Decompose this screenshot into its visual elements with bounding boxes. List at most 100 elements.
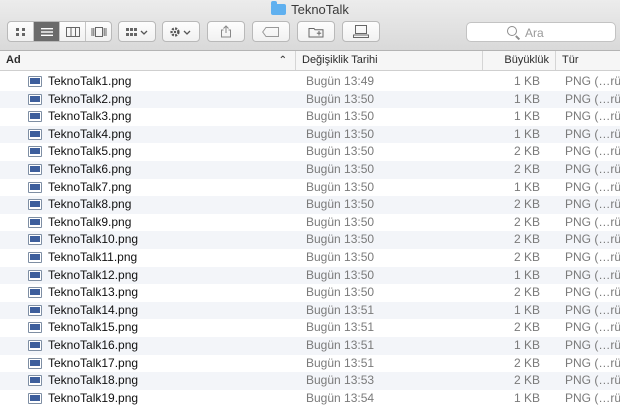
file-name: TeknoTalk5.png bbox=[48, 144, 132, 159]
file-row[interactable]: TeknoTalk3.png Bugün 13:50 1 KB PNG (…rüntü… bbox=[0, 108, 620, 126]
file-size: 1 KB bbox=[513, 91, 540, 106]
file-name: TeknoTalk7.png bbox=[48, 179, 132, 194]
png-file-icon bbox=[28, 304, 42, 316]
file-kind: PNG (…rüntü) bbox=[565, 214, 620, 229]
file-row[interactable]: TeknoTalk15.png Bugün 13:51 2 KB PNG (…rünt… bbox=[0, 319, 620, 337]
sort-ascending-icon: ⌃ bbox=[278, 55, 287, 66]
new-folder-button[interactable] bbox=[297, 21, 335, 42]
list-view-button[interactable] bbox=[34, 22, 60, 41]
title-bar: TeknoTalk Ara bbox=[0, 0, 620, 51]
file-size: 2 KB bbox=[513, 373, 540, 388]
tag-icon bbox=[262, 26, 279, 37]
search-field[interactable]: Ara bbox=[466, 22, 616, 42]
file-name: TeknoTalk11.png bbox=[48, 249, 138, 264]
arrange-icon bbox=[126, 27, 148, 36]
column-header-kind[interactable]: Tür bbox=[556, 51, 620, 70]
file-name: TeknoTalk13.png bbox=[48, 285, 139, 300]
file-name: TeknoTalk9.png bbox=[48, 214, 132, 229]
column-header-size[interactable]: Büyüklük bbox=[483, 51, 556, 70]
file-size: 2 KB bbox=[513, 249, 540, 264]
connect-button[interactable] bbox=[342, 21, 380, 42]
file-date: Bugün 13:54 bbox=[306, 390, 375, 405]
png-file-icon bbox=[28, 199, 42, 211]
arrange-button-content bbox=[119, 22, 155, 41]
file-size: 2 KB bbox=[513, 285, 540, 300]
file-row[interactable]: TeknoTalk11.png Bugün 13:50 2 KB PNG (…rünt… bbox=[0, 249, 620, 267]
file-size: 2 KB bbox=[513, 197, 540, 212]
png-file-icon bbox=[28, 322, 42, 334]
file-size: 1 KB bbox=[513, 337, 540, 352]
file-name: TeknoTalk19.png bbox=[48, 390, 139, 405]
column-header-name[interactable]: Ad ⌃ bbox=[0, 51, 296, 70]
file-row[interactable]: TeknoTalk4.png Bugün 13:50 1 KB PNG (…rüntü… bbox=[0, 125, 620, 144]
file-date: Bugün 13:50 bbox=[306, 285, 375, 300]
file-row[interactable]: TeknoTalk17.png Bugün 13:51 2 KB PNG (…rünt… bbox=[0, 355, 620, 373]
file-row[interactable]: TeknoTalk16.png Bugün 13:51 1 KB PNG (…rünt… bbox=[0, 336, 620, 355]
file-size: 1 KB bbox=[513, 109, 540, 124]
tags-button[interactable] bbox=[252, 21, 290, 42]
file-row[interactable]: TeknoTalk10.png Bugün 13:50 2 KB PNG (…rünt… bbox=[0, 231, 620, 249]
file-row[interactable]: TeknoTalk12.png Bugün 13:50 1 KB PNG (…rünt… bbox=[0, 266, 620, 285]
png-file-icon bbox=[28, 287, 42, 299]
file-size: 1 KB bbox=[513, 267, 540, 282]
column-header-date[interactable]: Değişiklik Tarihi bbox=[296, 51, 483, 70]
file-kind: PNG (…rüntü) bbox=[565, 373, 620, 388]
arrange-button[interactable] bbox=[118, 21, 156, 42]
share-icon bbox=[221, 25, 231, 38]
file-row[interactable]: TeknoTalk9.png Bugün 13:50 2 KB PNG (…rüntü… bbox=[0, 214, 620, 232]
file-row[interactable]: TeknoTalk13.png Bugün 13:50 2 KB PNG (…rünt… bbox=[0, 284, 620, 302]
png-file-icon bbox=[28, 375, 42, 387]
file-kind: PNG (…rüntü) bbox=[565, 285, 620, 300]
file-row[interactable]: TeknoTalk14.png Bugün 13:51 1 KB PNG (…rünt… bbox=[0, 301, 620, 320]
png-file-icon bbox=[28, 234, 42, 246]
file-name: TeknoTalk15.png bbox=[48, 320, 139, 335]
icon-view-button[interactable] bbox=[8, 22, 34, 41]
share-button[interactable] bbox=[207, 21, 245, 42]
file-date: Bugün 13:50 bbox=[306, 91, 375, 106]
new-folder-icon bbox=[308, 27, 324, 37]
file-row[interactable]: TeknoTalk8.png Bugün 13:50 2 KB PNG (…rüntü… bbox=[0, 196, 620, 214]
file-kind: PNG (…rüntü) bbox=[565, 126, 620, 141]
file-row[interactable]: TeknoTalk2.png Bugün 13:50 1 KB PNG (…rüntü… bbox=[0, 90, 620, 109]
png-file-icon bbox=[28, 216, 42, 228]
action-button[interactable] bbox=[162, 21, 200, 42]
window-title-text: TeknoTalk bbox=[291, 2, 349, 17]
file-row[interactable]: TeknoTalk18.png Bugün 13:53 2 KB PNG (…rünt… bbox=[0, 372, 620, 390]
file-size: 2 KB bbox=[513, 355, 540, 370]
column-view-button[interactable] bbox=[60, 22, 86, 41]
file-kind: PNG (…rüntü) bbox=[565, 179, 620, 194]
file-date: Bugün 13:49 bbox=[306, 74, 375, 88]
file-date: Bugün 13:50 bbox=[306, 267, 375, 282]
file-date: Bugün 13:50 bbox=[306, 249, 375, 264]
file-kind: PNG (…rüntü) bbox=[565, 109, 620, 124]
png-file-icon bbox=[28, 357, 42, 369]
search-placeholder: Ara bbox=[525, 26, 544, 40]
file-kind: PNG (…rüntü) bbox=[565, 390, 620, 405]
file-size: 1 KB bbox=[513, 302, 540, 317]
file-row[interactable]: TeknoTalk6.png Bugün 13:50 2 KB PNG (…rüntü… bbox=[0, 160, 620, 179]
file-size: 1 KB bbox=[513, 390, 540, 405]
file-row[interactable]: TeknoTalk19.png Bugün 13:54 1 KB PNG (…rünt… bbox=[0, 390, 620, 408]
gear-icon bbox=[170, 26, 191, 37]
cover-flow-button[interactable] bbox=[86, 22, 111, 41]
file-date: Bugün 13:50 bbox=[306, 232, 375, 247]
file-size: 2 KB bbox=[513, 214, 540, 229]
connect-button-content bbox=[343, 22, 379, 41]
file-kind: PNG (…rüntü) bbox=[565, 302, 620, 317]
tags-button-content bbox=[253, 22, 289, 41]
file-date: Bugün 13:50 bbox=[306, 214, 375, 229]
file-name: TeknoTalk10.png bbox=[48, 232, 139, 247]
file-size: 2 KB bbox=[513, 320, 540, 335]
file-name: TeknoTalk18.png bbox=[48, 373, 139, 388]
png-file-icon bbox=[28, 93, 42, 105]
file-row[interactable]: TeknoTalk7.png Bugün 13:50 1 KB PNG (…rüntü… bbox=[0, 179, 620, 197]
window-title: TeknoTalk bbox=[0, 1, 620, 18]
file-date: Bugün 13:51 bbox=[306, 302, 375, 317]
file-date: Bugün 13:50 bbox=[306, 161, 375, 176]
file-date: Bugün 13:50 bbox=[306, 126, 375, 141]
file-size: 1 KB bbox=[513, 126, 540, 141]
png-file-icon bbox=[28, 76, 42, 87]
file-row[interactable]: TeknoTalk1.png Bugün 13:49 1 KB PNG (…rüntü… bbox=[0, 73, 620, 91]
file-row[interactable]: TeknoTalk5.png Bugün 13:50 2 KB PNG (…rüntü… bbox=[0, 143, 620, 161]
file-name: TeknoTalk12.png bbox=[48, 267, 139, 282]
